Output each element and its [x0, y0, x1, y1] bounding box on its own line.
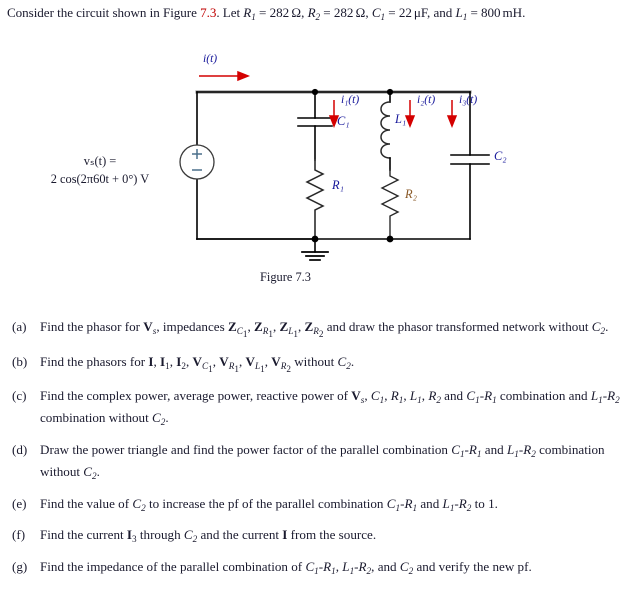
- source-label: vₛ(t) = 2 cos(2π60t + 0°) V: [26, 152, 174, 188]
- question-marker-g: (g): [12, 559, 28, 574]
- current-label-i: i(t): [203, 52, 218, 65]
- source-label-line2: 2 cos(2π60t + 0°) V: [50, 172, 150, 186]
- statement-prefix: Consider the circuit shown in Figure: [7, 5, 197, 20]
- question-item-f: (f) Find the current I3 through C2 and t…: [0, 526, 623, 548]
- question-item-e: (e) Find the value of C2 to increase the…: [0, 495, 623, 517]
- resistor-r1-body: [305, 159, 325, 240]
- question-item-a: (a) Find the phasor for Vs, impedances Z…: [0, 318, 623, 343]
- question-text-b: Find the phasors for I, I1, I2, VC1, VR1…: [40, 353, 355, 374]
- arrow-i3-head: [446, 115, 458, 129]
- question-text-g: Find the impedance of the parallel combi…: [40, 559, 532, 576]
- question-item-d: (d) Draw the power triangle and find the…: [0, 441, 623, 485]
- node-bottom-r2: [386, 235, 394, 243]
- component-label-c1: C₁: [337, 114, 350, 128]
- question-text-d: Draw the power triangle and find the pow…: [40, 441, 605, 482]
- given-c1: C1 = 22 μF,: [371, 5, 431, 22]
- problem-page: Consider the circuit shown in Figure 7.3…: [0, 0, 623, 576]
- figure-caption: Figure 7.3: [260, 270, 311, 284]
- arrow-i-head: [237, 70, 251, 82]
- question-item-g: (g) Find the impedance of the parallel c…: [0, 558, 623, 580]
- question-marker-f: (f): [12, 527, 26, 543]
- resistor-r2-zigzag: [380, 169, 400, 240]
- question-item-c: (c) Find the complex power, average powe…: [0, 387, 623, 431]
- arrow-i2-head: [404, 115, 416, 129]
- component-label-r1: R₁: [332, 178, 344, 192]
- statement-conjunction: and: [433, 5, 453, 20]
- question-marker-d: (d): [12, 441, 28, 457]
- current-label-i2: i₂(t): [417, 93, 436, 106]
- node-top-l1: [386, 88, 394, 96]
- question-item-b: (b) Find the phasors for I, I1, I2, VC1,…: [0, 353, 623, 378]
- figure-reference: 7.3: [200, 5, 217, 20]
- inductor-l1-coil: [380, 101, 391, 159]
- component-label-r2: R₂: [405, 187, 417, 201]
- circuit-diagram: i(t) i₁(t) i₂(t) i₃(t) C₁ L₁ C₂ R₁ R₂ vₛ…: [0, 42, 623, 284]
- question-list: (a) Find the phasor for Vs, impedances Z…: [0, 318, 623, 590]
- given-r1: R1 = 282 Ω,: [243, 5, 305, 22]
- component-label-l1: L₁: [395, 112, 407, 126]
- given-r2: R2 = 282 Ω,: [307, 5, 369, 22]
- given-l1: L1 = 800 mH.: [455, 5, 526, 22]
- question-marker-b: (b): [12, 353, 28, 369]
- question-marker-c: (c): [12, 388, 27, 404]
- current-label-i3: i₃(t): [459, 93, 478, 106]
- statement-after-ref: . Let: [216, 5, 241, 20]
- question-marker-a: (a): [12, 319, 27, 334]
- problem-statement: Consider the circuit shown in Figure 7.3…: [7, 4, 619, 26]
- question-text-e: Find the value of C2 to increase the pf …: [40, 495, 498, 513]
- node-bottom-r1: [311, 235, 319, 243]
- component-label-c2: C₂: [494, 149, 507, 163]
- source-label-line1: vₛ(t) =: [83, 154, 117, 168]
- question-text-a: Find the phasor for Vs, impedances ZC1, …: [40, 319, 609, 339]
- current-label-i1: i₁(t): [341, 93, 360, 106]
- question-marker-e: (e): [12, 495, 27, 511]
- question-text-f: Find the current I3 through C2 and the c…: [40, 527, 377, 545]
- question-text-c: Find the complex power, average power, r…: [40, 388, 620, 428]
- node-top-c1: [311, 88, 319, 96]
